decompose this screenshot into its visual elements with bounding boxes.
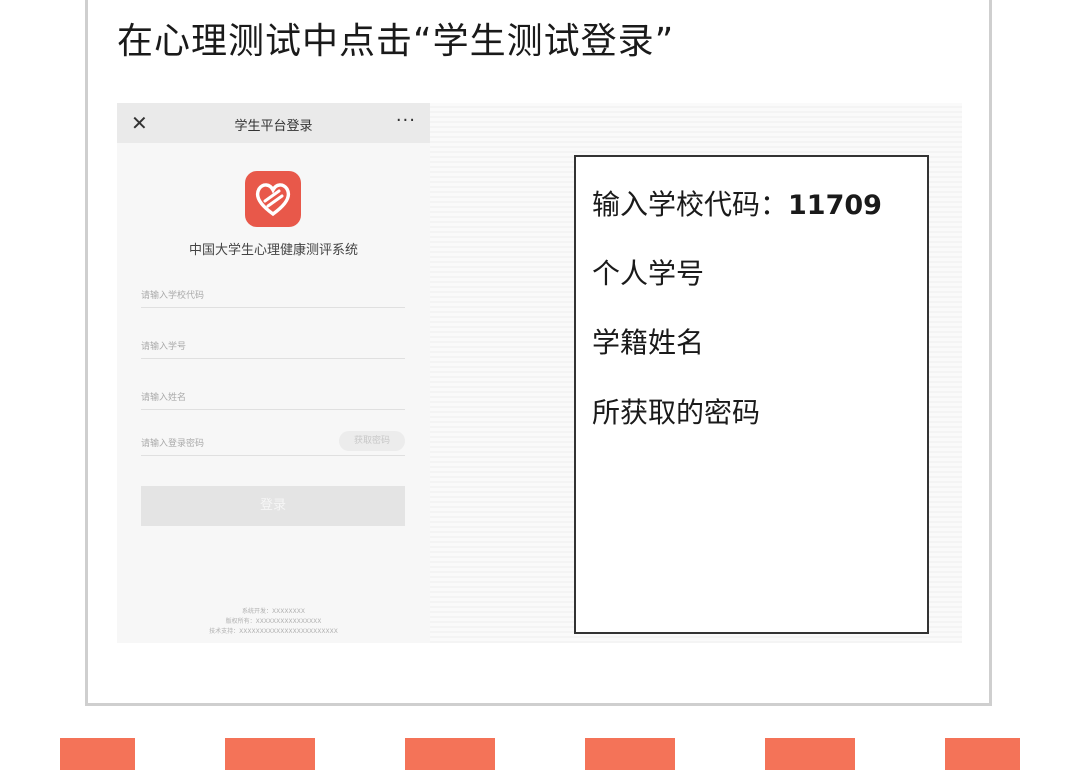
tab-block[interactable] xyxy=(765,738,855,770)
page-heading: 在心理测试中点击“学生测试登录” xyxy=(117,21,675,62)
tab-block[interactable] xyxy=(60,738,135,770)
system-name: 中国大学生心理健康测评系统 xyxy=(188,243,358,258)
bottom-tab-bar xyxy=(0,738,1080,770)
login-button[interactable]: 登录 xyxy=(141,486,405,526)
note-line-password: 所获取的密码 xyxy=(592,396,761,429)
student-id-placeholder: 请输入学号 xyxy=(141,342,187,352)
password-field[interactable]: 请输入登录密码 获取密码 xyxy=(141,427,405,456)
tab-block[interactable] xyxy=(225,738,315,770)
password-placeholder: 请输入登录密码 xyxy=(141,439,205,449)
phone-title-bar: ✕ 学生平台登录 ··· xyxy=(117,103,430,143)
note-line-school-code: 输入学校代码：11709 xyxy=(592,183,882,223)
name-field[interactable]: 请输入姓名 xyxy=(141,381,405,410)
note-line-name: 学籍姓名 xyxy=(592,326,705,359)
tab-block[interactable] xyxy=(405,738,495,770)
footer-line: 技术支持：XXXXXXXXXXXXXXXXXXXXXXXX xyxy=(209,628,338,635)
note-line-student-id: 个人学号 xyxy=(592,257,705,290)
phone-login-screenshot: ✕ 学生平台登录 ··· 中国大学生心理健康测评系统 请输入学校代码 请输入学号… xyxy=(117,103,430,643)
footer-line: 系统开发：XXXXXXXX xyxy=(242,608,305,615)
note-school-code-label: 输入学校代码： xyxy=(592,188,789,221)
name-placeholder: 请输入姓名 xyxy=(141,393,187,403)
instruction-note: 输入学校代码：11709 个人学号 学籍姓名 所获取的密码 xyxy=(574,155,929,634)
student-id-field[interactable]: 请输入学号 xyxy=(141,330,405,359)
tab-block[interactable] xyxy=(585,738,675,770)
note-school-code-value: 11709 xyxy=(788,190,882,221)
footer-line: 版权所有：XXXXXXXXXXXXXXXX xyxy=(225,618,322,625)
tab-block[interactable] xyxy=(945,738,1020,770)
heart-icon xyxy=(245,171,301,227)
school-code-placeholder: 请输入学校代码 xyxy=(141,291,205,301)
more-icon[interactable]: ··· xyxy=(396,110,416,131)
school-code-field[interactable]: 请输入学校代码 xyxy=(141,279,405,308)
phone-title: 学生平台登录 xyxy=(234,119,313,134)
get-password-button[interactable]: 获取密码 xyxy=(339,431,405,451)
